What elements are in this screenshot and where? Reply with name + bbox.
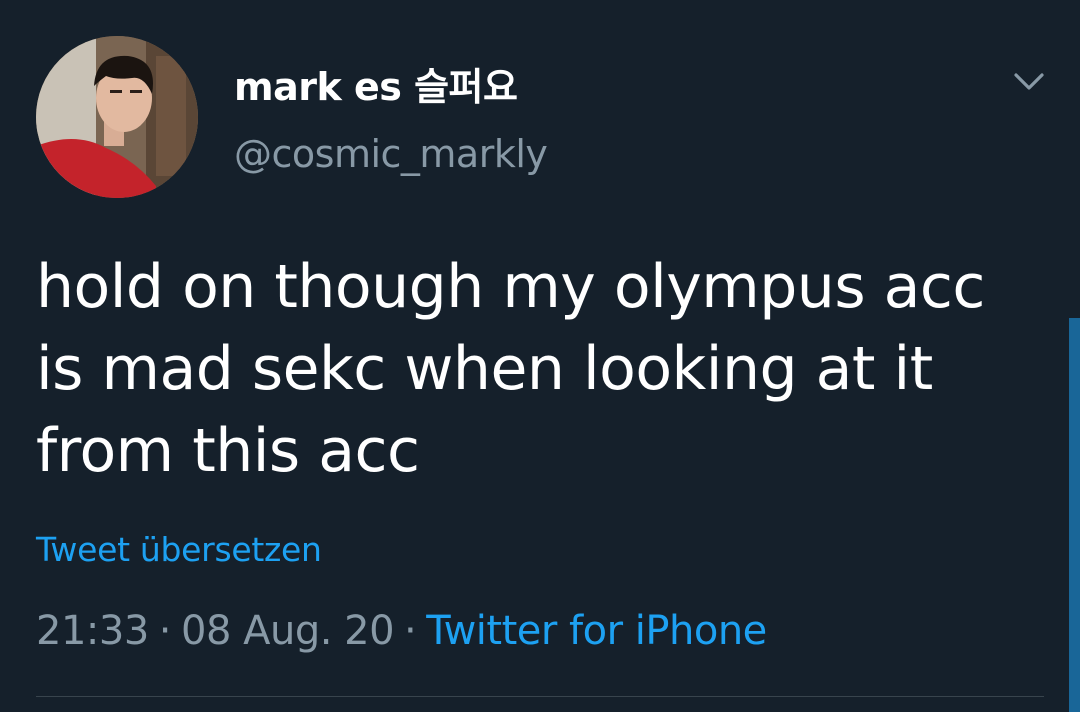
tweet-source-link[interactable]: Twitter for iPhone xyxy=(426,608,767,654)
meta-separator: · xyxy=(404,608,417,654)
divider xyxy=(36,696,1044,697)
meta-separator: · xyxy=(158,608,172,654)
translate-tweet-link[interactable]: Tweet übersetzen xyxy=(36,530,322,569)
tweet-text: hold on though my olympus acc is mad sek… xyxy=(36,252,985,486)
chevron-down-icon[interactable] xyxy=(1010,62,1048,100)
avatar[interactable] xyxy=(36,36,198,198)
avatar-photo xyxy=(36,36,198,198)
tweet-time[interactable]: 21:33 xyxy=(36,608,149,654)
display-name[interactable]: mark es 슬퍼요 xyxy=(234,56,518,111)
scrollbar[interactable] xyxy=(1069,318,1080,712)
user-handle[interactable]: @cosmic_markly xyxy=(234,132,548,176)
tweet-meta: 21:33 · 08 Aug. 20 · Twitter for iPhone xyxy=(36,608,767,654)
tweet-date[interactable]: 08 Aug. 20 xyxy=(181,608,395,654)
